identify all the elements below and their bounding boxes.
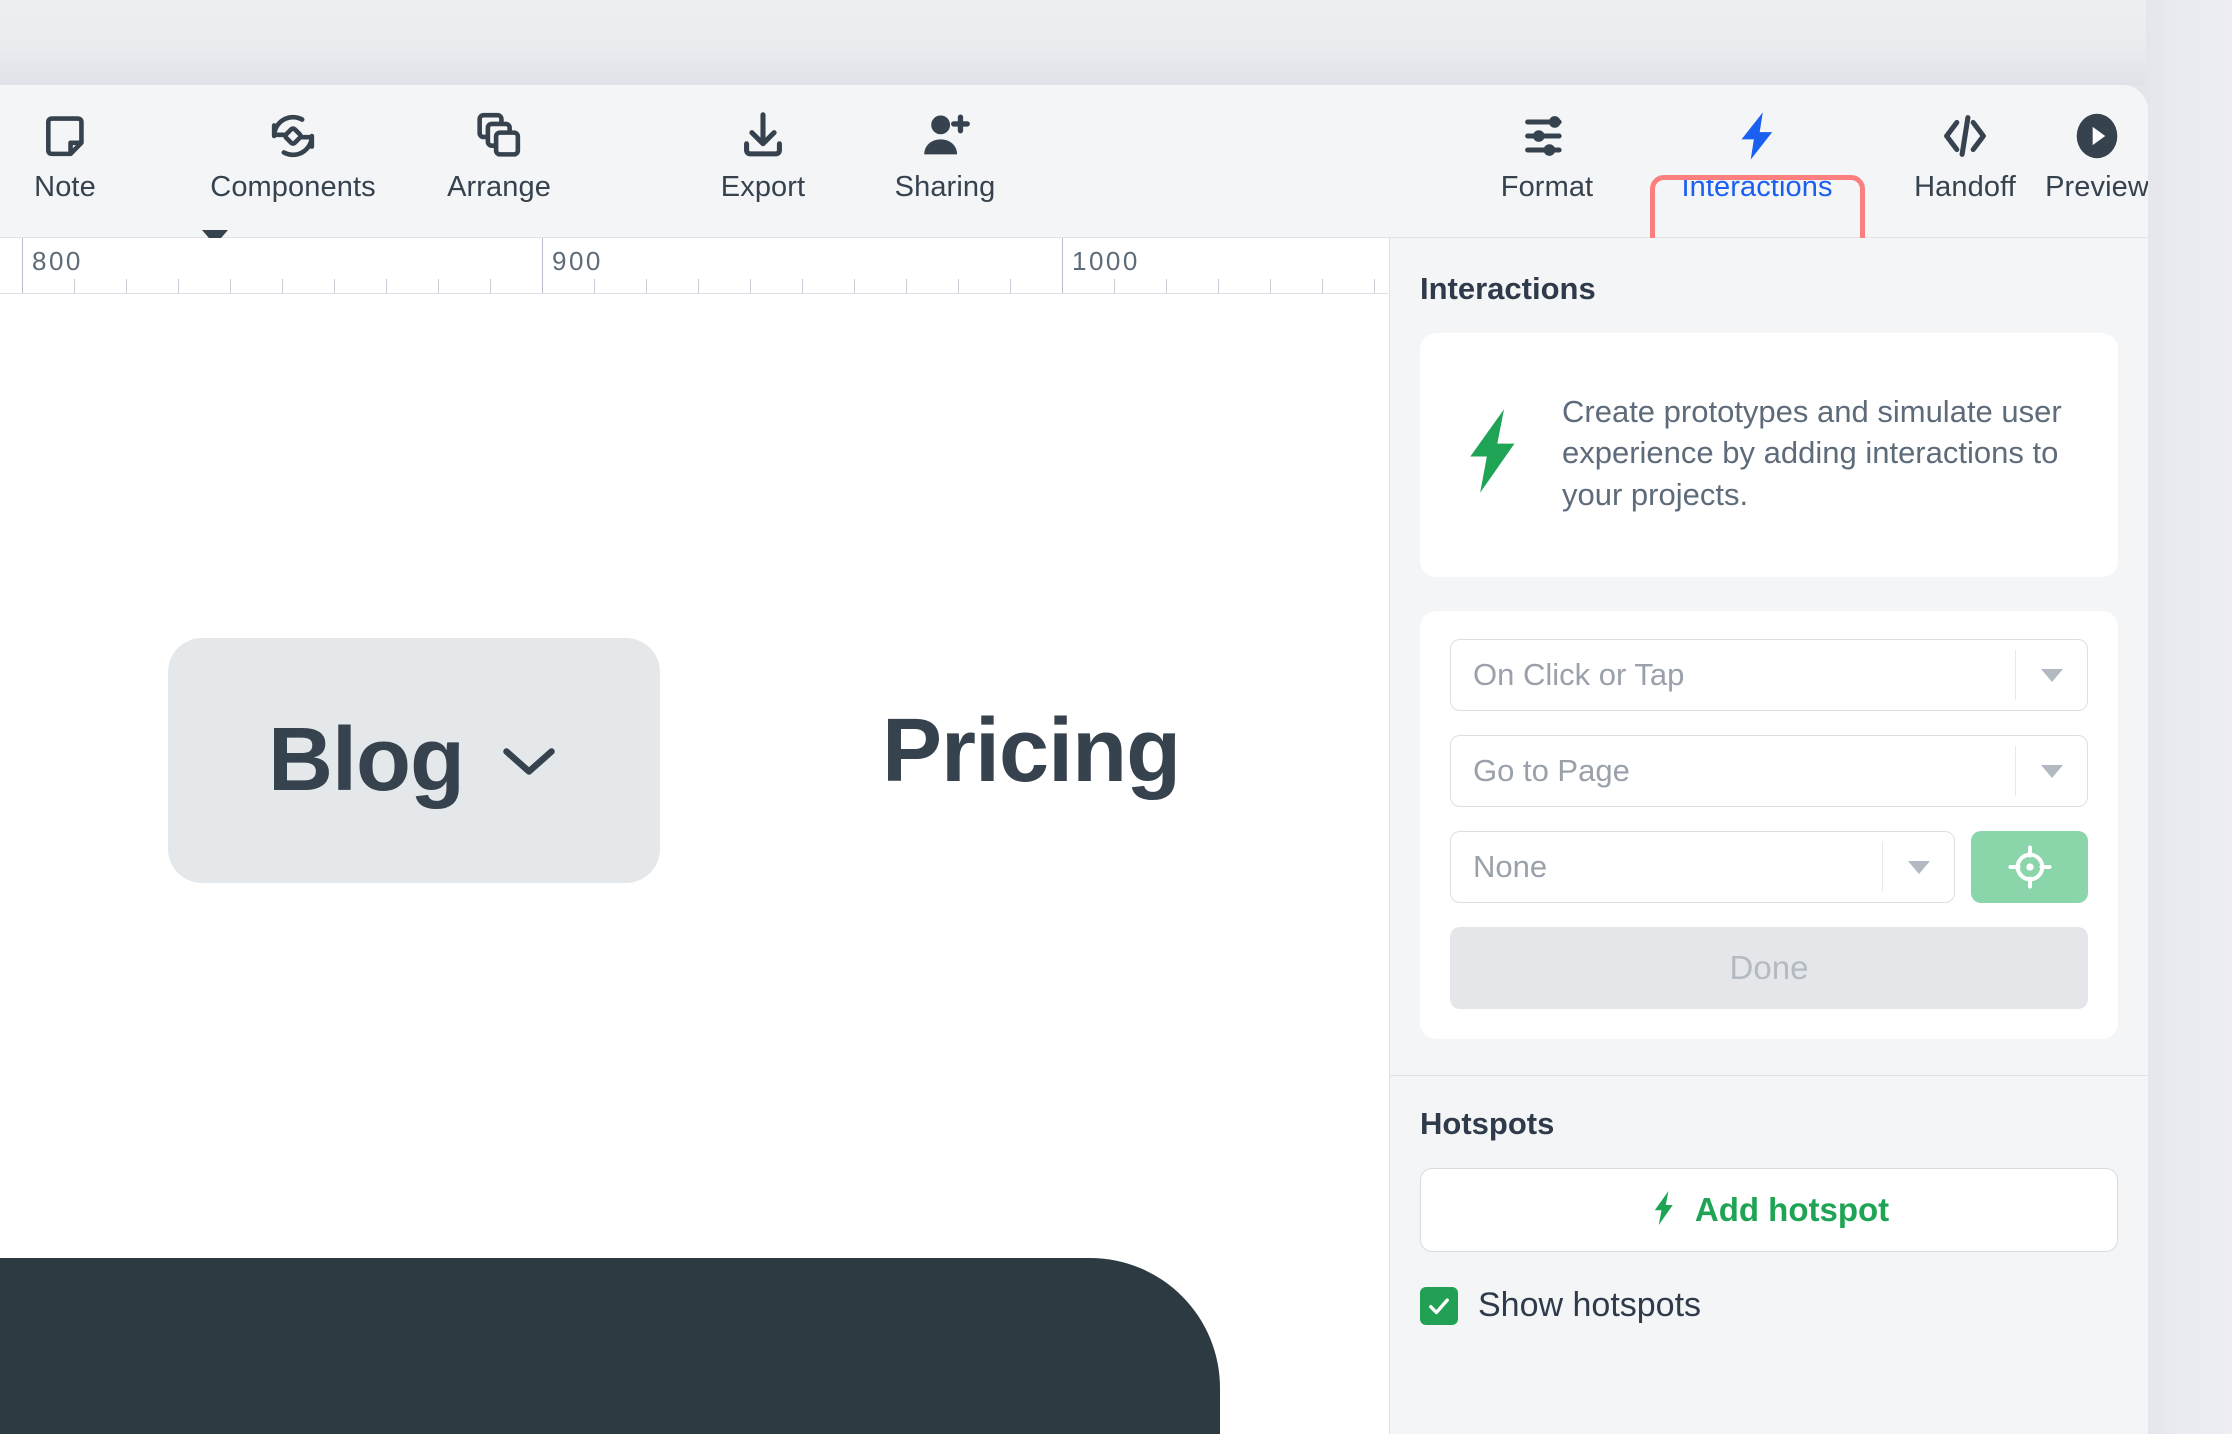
toolbar-item-label: Arrange: [447, 171, 551, 203]
note-icon: [36, 103, 94, 169]
ruler-tick-label: 900: [552, 246, 603, 276]
app-window: Note Components Arrange Export Sharing F…: [0, 85, 2148, 1434]
add-hotspot-label: Add hotspot: [1694, 1191, 1890, 1228]
format-sliders-icon: [1518, 103, 1576, 169]
handoff-code-icon: [1936, 103, 1994, 169]
canvas-nav-item-pricing[interactable]: Pricing: [882, 700, 1181, 803]
bolt-icon: [1649, 1188, 1679, 1233]
toolbar-item-handoff[interactable]: Handoff: [1890, 103, 2040, 204]
ruler-tick-label: 800: [32, 246, 83, 276]
toolbar-item-label: Preview: [2045, 171, 2148, 203]
interaction-form-card: On Click or Tap Go to Page None Done: [1420, 611, 2118, 1039]
destination-select[interactable]: None: [1450, 831, 1955, 903]
interactions-panel: Interactions Create prototypes and simul…: [1389, 238, 2148, 1434]
export-download-icon: [734, 103, 792, 169]
preview-play-icon: [2068, 103, 2126, 169]
done-button[interactable]: Done: [1450, 927, 2088, 1009]
blog-label: Blog: [268, 710, 465, 810]
trigger-select-value: On Click or Tap: [1473, 657, 1685, 692]
interactions-info-card: Create prototypes and simulate user expe…: [1420, 333, 2118, 577]
desktop-backdrop-right: [2146, 0, 2232, 1434]
toolbar-item-label: Handoff: [1914, 171, 2016, 203]
toolbar-item-label: Interactions: [1681, 171, 1833, 203]
bolt-icon: [1454, 405, 1532, 502]
toolbar-item-format[interactable]: Format: [1472, 103, 1622, 204]
canvas-nav-item-blog[interactable]: Blog: [168, 638, 660, 883]
destination-select-value: None: [1473, 849, 1548, 884]
canvas-dark-shape[interactable]: [0, 1258, 1220, 1434]
toolbar-item-interactions[interactable]: Interactions: [1681, 103, 1833, 204]
interactions-info-text: Create prototypes and simulate user expe…: [1562, 393, 2062, 512]
toolbar-item-components[interactable]: Components: [210, 103, 376, 204]
show-hotspots-checkbox[interactable]: [1420, 1286, 1458, 1325]
app-root: Note Components Arrange Export Sharing F…: [0, 0, 2232, 1434]
hotspots-title: Hotspots: [1420, 1106, 1555, 1141]
show-hotspots-label: Show hotspots: [1478, 1286, 1702, 1324]
toolbar-item-export[interactable]: Export: [688, 103, 838, 204]
show-hotspots-checkbox-row[interactable]: Show hotspots: [1420, 1286, 2148, 1325]
pick-target-button[interactable]: [1971, 831, 2088, 903]
sharing-add-user-icon: [916, 103, 974, 169]
toolbar-item-label: Note: [34, 171, 96, 203]
add-hotspot-button[interactable]: Add hotspot: [1420, 1168, 2118, 1252]
toolbar-item-label: Components: [210, 171, 376, 203]
chevron-down-icon: [1882, 842, 1954, 892]
toolbar-item-preview[interactable]: Preview: [2022, 103, 2148, 204]
chevron-down-icon: [2015, 746, 2087, 796]
ruler-tick-label: 1000: [1072, 246, 1140, 276]
desktop-backdrop-top: [0, 0, 2232, 85]
check-icon: [1429, 1297, 1449, 1314]
panel-section-divider: [1390, 1075, 2148, 1076]
chevron-down-icon: [498, 741, 560, 781]
interactions-bolt-icon: [1728, 103, 1786, 169]
toolbar: Note Components Arrange Export Sharing F…: [0, 85, 2148, 322]
destination-row: None: [1450, 831, 2088, 903]
chevron-down-icon: [2015, 650, 2087, 700]
action-select-value: Go to Page: [1473, 753, 1630, 788]
toolbar-item-label: Format: [1500, 171, 1594, 203]
action-select[interactable]: Go to Page: [1450, 735, 2088, 807]
toolbar-item-sharing[interactable]: Sharing: [870, 103, 1020, 204]
components-sync-icon: [264, 103, 322, 169]
crosshair-target-icon: [2007, 845, 2052, 889]
panel-title: Interactions: [1420, 271, 1596, 306]
horizontal-ruler[interactable]: 800 900 1000: [0, 238, 1388, 294]
design-canvas[interactable]: Blog Pricing: [0, 295, 1388, 1434]
toolbar-item-arrange[interactable]: Arrange: [424, 103, 574, 204]
toolbar-item-note[interactable]: Note: [0, 103, 140, 204]
toolbar-item-label: Export: [720, 171, 806, 203]
toolbar-item-label: Sharing: [894, 171, 996, 203]
arrange-layers-icon: [470, 103, 528, 169]
trigger-select[interactable]: On Click or Tap: [1450, 639, 2088, 711]
